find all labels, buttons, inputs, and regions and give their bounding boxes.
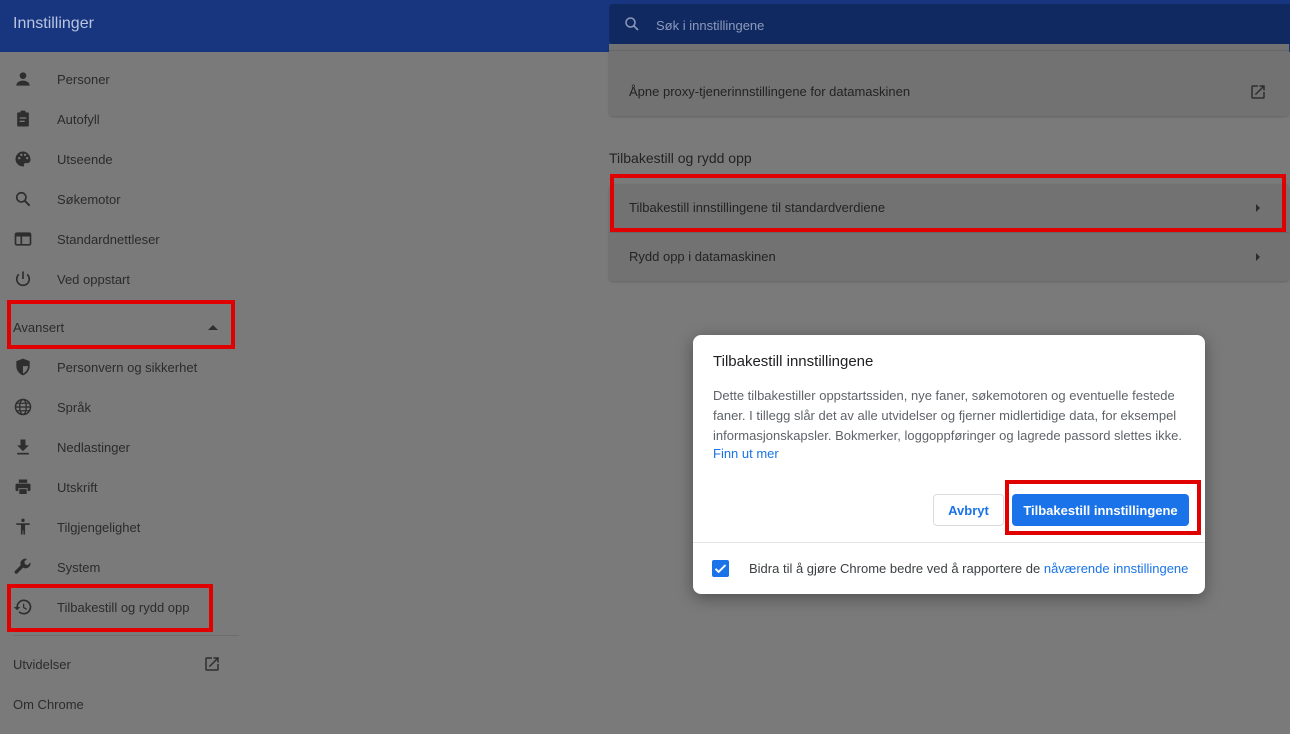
sidebar-item-sokemotor[interactable]: Søkemotor xyxy=(0,179,240,219)
dialog-body: Dette tilbakestiller oppstartssiden, nye… xyxy=(713,388,1182,443)
row-separator xyxy=(609,50,1289,51)
sidebar-item-utvidelser[interactable]: Utvidelser xyxy=(0,644,240,684)
sidebar-item-label: Søkemotor xyxy=(57,192,121,207)
search-icon xyxy=(15,191,31,207)
person-icon xyxy=(16,72,30,86)
dialog-title: Tilbakestill innstillingene xyxy=(713,353,874,370)
current-settings-link[interactable]: nåværende innstillingene xyxy=(1044,561,1189,576)
sidebar-item-personvern[interactable]: Personvern og sikkerhet xyxy=(0,347,240,387)
external-link-icon xyxy=(205,657,219,671)
power-icon xyxy=(15,271,31,287)
sidebar-item-system[interactable]: System xyxy=(0,547,240,587)
sidebar-item-label: Personer xyxy=(57,72,110,87)
sidebar-item-label: Om Chrome xyxy=(13,697,84,712)
proxy-settings-row[interactable]: Åpne proxy-tjenerinnstillingene for data… xyxy=(609,68,1289,116)
report-settings-text: Bidra til å gjøre Chrome bedre ved å rap… xyxy=(749,561,1041,576)
sidebar-item-label: Utskrift xyxy=(57,480,98,495)
report-settings-label: Bidra til å gjøre Chrome bedre ved å rap… xyxy=(749,561,1188,576)
dialog-divider xyxy=(693,542,1205,543)
reset-dialog: Tilbakestill innstillingene Dette tilbak… xyxy=(693,335,1205,594)
learn-more-link[interactable]: Finn ut mer xyxy=(713,446,779,461)
sidebar-item-label: System xyxy=(57,560,101,575)
sidebar-item-ved-oppstart[interactable]: Ved oppstart xyxy=(0,259,240,299)
browser-window-icon xyxy=(14,232,32,246)
external-link-icon xyxy=(1251,85,1265,99)
search-box[interactable] xyxy=(609,4,1290,46)
wrench-icon xyxy=(14,558,31,574)
download-icon xyxy=(17,439,29,455)
sidebar-item-label: Personvern og sikkerhet xyxy=(57,360,198,375)
sidebar-divider xyxy=(13,635,239,636)
sidebar-item-label: Nedlastinger xyxy=(57,440,130,455)
section-title: Tilbakestill og rydd opp xyxy=(609,150,752,166)
sidebar-item-utseende[interactable]: Utseende xyxy=(0,139,240,179)
sidebar-item-label: Utseende xyxy=(57,152,113,167)
cancel-button[interactable]: Avbryt xyxy=(933,494,1004,526)
sidebar-item-tilgjengelighet[interactable]: Tilgjengelighet xyxy=(0,507,240,547)
search-icon xyxy=(625,17,639,31)
cleanup-computer-label: Rydd opp i datamaskinen xyxy=(629,249,776,264)
sidebar-item-personer[interactable]: Personer xyxy=(0,59,240,99)
app-title: Innstillinger xyxy=(13,15,94,32)
cleanup-computer-row[interactable]: Rydd opp i datamaskinen xyxy=(609,233,1289,281)
highlight-box-reset-row xyxy=(610,174,1286,232)
sidebar-item-label: Språk xyxy=(57,400,91,415)
checkmark-icon xyxy=(714,564,727,574)
shield-icon xyxy=(16,358,30,376)
sidebar-item-label: Standardnettleser xyxy=(57,232,160,247)
proxy-card: Åpne proxy-tjenerinnstillingene for data… xyxy=(609,44,1289,116)
sidebar-item-standardnettleser[interactable]: Standardnettleser xyxy=(0,219,240,259)
accessibility-icon xyxy=(16,518,30,535)
report-settings-checkbox[interactable] xyxy=(712,560,729,577)
highlight-box-reset-button xyxy=(1005,480,1201,535)
chevron-right-icon xyxy=(1256,253,1260,261)
highlight-box-advanced xyxy=(7,300,235,349)
sidebar-item-autofyll[interactable]: Autofyll xyxy=(0,99,240,139)
globe-icon xyxy=(14,398,32,416)
sidebar-item-label: Utvidelser xyxy=(13,657,71,672)
search-input[interactable] xyxy=(654,4,1258,46)
highlight-box-reset-nav xyxy=(7,584,213,632)
sidebar-item-utskrift[interactable]: Utskrift xyxy=(0,467,240,507)
sidebar-item-nedlastinger[interactable]: Nedlastinger xyxy=(0,427,240,467)
sidebar-item-sprak[interactable]: Språk xyxy=(0,387,240,427)
sidebar-item-om-chrome[interactable]: Om Chrome xyxy=(0,684,240,724)
palette-icon xyxy=(15,151,31,167)
printer-icon xyxy=(15,479,31,495)
sidebar-item-label: Autofyll xyxy=(57,112,100,127)
sidebar-item-label: Ved oppstart xyxy=(57,272,130,287)
clipboard-icon xyxy=(17,110,29,127)
sidebar-item-label: Tilgjengelighet xyxy=(57,520,141,535)
proxy-settings-label: Åpne proxy-tjenerinnstillingene for data… xyxy=(629,84,911,99)
